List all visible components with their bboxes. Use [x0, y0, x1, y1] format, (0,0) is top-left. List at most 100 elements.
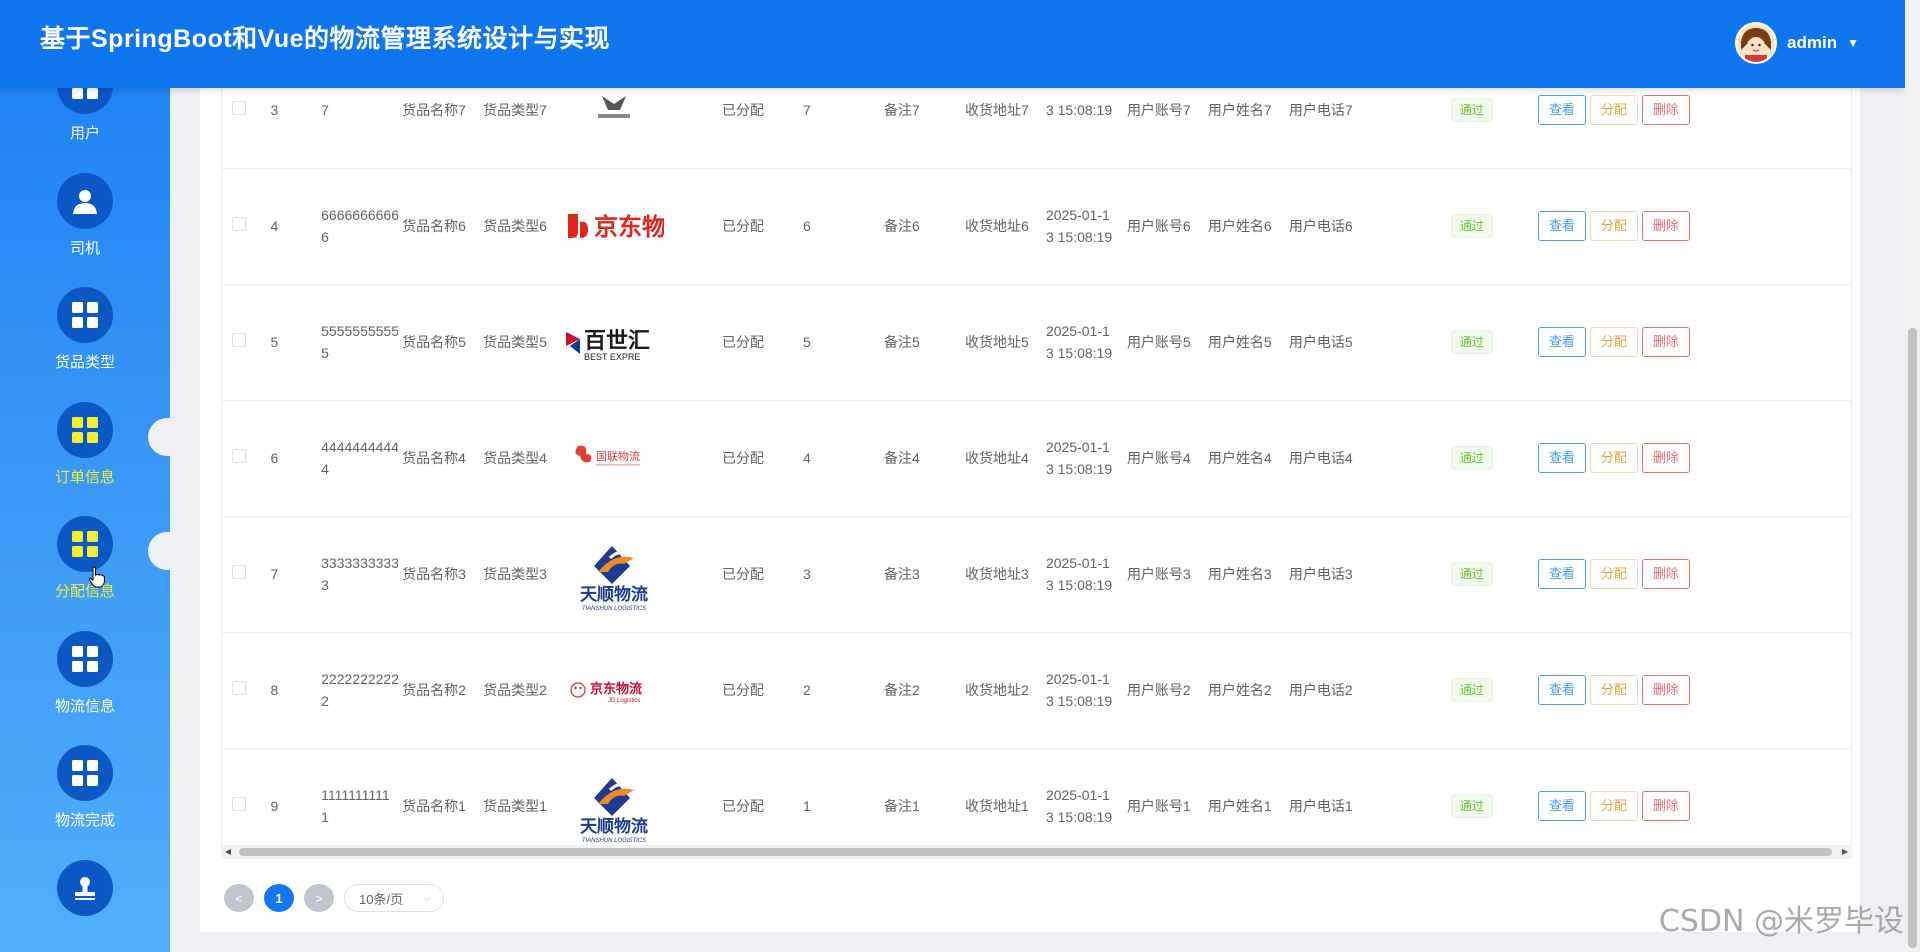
status-badge: 通过 — [1450, 794, 1493, 818]
sidebar-item-order-info[interactable]: 订单信息 — [0, 394, 170, 509]
cell-goods-type: 货品类型6 — [483, 218, 547, 234]
delete-button[interactable]: 删除 — [1641, 443, 1690, 473]
chevron-down-icon[interactable]: ▼ — [1847, 36, 1859, 50]
cell-index: 5 — [270, 334, 279, 350]
cell-goods-type: 货品类型1 — [483, 798, 547, 814]
delete-button[interactable]: 删除 — [1641, 791, 1690, 821]
table-row[interactable]: 3 7 货品名称7 货品类型7 已分配 7 备注7 收货地址7 3 15:08:19 用户账号7 用… — [222, 88, 1851, 169]
delete-button[interactable]: 删除 — [1641, 94, 1690, 125]
table-row[interactable]: 7 3333333333 3 货品名称3 货品类型3 天顺物流 TIANSHUN LOGIS… — [222, 516, 1851, 633]
cell-number: 1111111111 — [321, 787, 390, 803]
row-checkbox[interactable] — [232, 100, 246, 115]
view-button[interactable]: 查看 — [1537, 559, 1586, 589]
table-row[interactable]: 4 6666666666 6 货品名称6 货品类型6 京东物 已分配 6 备注6 收货地址6 202… — [222, 168, 1851, 285]
cell-number: 5555555555 — [321, 323, 399, 339]
table-row[interactable]: 8 2222222222 2 货品名称2 货品类型2 京东物流 JD Logistics 已分… — [222, 632, 1851, 749]
sidebar-item-label: 司机 — [69, 239, 100, 257]
row-checkbox[interactable] — [232, 797, 246, 811]
assign-button[interactable]: 分配 — [1589, 675, 1638, 705]
row-checkbox[interactable] — [232, 333, 246, 347]
horizontal-scrollbar[interactable]: ◀ ▶ — [221, 845, 1852, 859]
user-menu[interactable]: admin ▼ — [1735, 22, 1859, 64]
cell-index: 6 — [270, 450, 279, 466]
sidebar-item-more[interactable] — [0, 852, 170, 952]
logo-text: 京东物 — [594, 213, 664, 241]
sidebar: 用户 司机 货品类型 订单信息 分配信息 物流信息 物流完成 — [0, 88, 170, 952]
cell-number-suffix: 6 — [321, 229, 329, 245]
view-button[interactable]: 查看 — [1537, 94, 1586, 125]
page-number-button[interactable]: 1 — [264, 884, 294, 912]
row-checkbox[interactable] — [232, 565, 246, 579]
cell-qty: 5 — [803, 334, 811, 350]
cell-qty: 3 — [803, 566, 811, 582]
view-button[interactable]: 查看 — [1537, 791, 1586, 821]
page-scrollbar[interactable] — [1905, 0, 1920, 952]
cell-remark: 备注1 — [883, 798, 920, 814]
avatar[interactable] — [1735, 22, 1778, 64]
cell-remark: 备注2 — [883, 682, 920, 698]
cell-goods-name: 货品名称5 — [402, 334, 466, 350]
username[interactable]: admin — [1787, 33, 1837, 53]
cell-address: 收货地址6 — [964, 218, 1029, 234]
scroll-right-icon[interactable]: ▶ — [1838, 845, 1852, 859]
cell-account: 用户账号7 — [1126, 101, 1191, 118]
view-button[interactable]: 查看 — [1537, 675, 1586, 705]
cell-account: 用户账号3 — [1126, 566, 1191, 582]
view-button[interactable]: 查看 — [1537, 443, 1586, 473]
sidebar-item-user[interactable]: 用户 — [0, 88, 170, 165]
sidebar-item-driver[interactable]: 司机 — [0, 165, 170, 280]
assign-button[interactable]: 分配 — [1589, 211, 1638, 241]
row-checkbox[interactable] — [232, 449, 246, 463]
sidebar-item-label: 用户 — [69, 125, 100, 142]
assign-button[interactable]: 分配 — [1589, 327, 1638, 357]
sidebar-item-logistics-info[interactable]: 物流信息 — [0, 623, 170, 738]
cell-status: 已分配 — [722, 218, 765, 234]
assign-button[interactable]: 分配 — [1589, 791, 1638, 821]
cell-address: 收货地址3 — [964, 566, 1029, 582]
delete-button[interactable]: 删除 — [1641, 327, 1690, 357]
delete-button[interactable]: 删除 — [1641, 675, 1690, 705]
cell-goods-name: 货品名称6 — [402, 218, 466, 234]
page-size-select[interactable]: 10条/页 ⌵ — [344, 884, 444, 912]
cell-time: 2025-01-1 — [1045, 555, 1110, 571]
status-badge: 通过 — [1450, 97, 1493, 122]
cell-index: 8 — [270, 682, 279, 698]
cell-phone: 用户电话1 — [1288, 798, 1353, 814]
assign-button[interactable]: 分配 — [1589, 443, 1638, 473]
table-row[interactable]: 6 4444444444 4 货品名称4 货品类型4 国联物流 已分配 4 备注4 收货地址4 20… — [222, 400, 1851, 517]
table-row[interactable]: 5 5555555555 5 货品名称5 货品类型5 百世汇 BEST EXPRE 已分配 5 备… — [222, 284, 1851, 401]
cell-account: 用户账号5 — [1126, 334, 1191, 350]
assign-button[interactable]: 分配 — [1589, 94, 1638, 125]
cell-goods-type: 货品类型7 — [483, 101, 547, 118]
delete-button[interactable]: 删除 — [1641, 559, 1690, 589]
cell-phone: 用户电话6 — [1288, 218, 1353, 234]
grid-icon — [72, 531, 98, 557]
table-row[interactable]: 9 1111111111 1 货品名称1 货品类型1 天顺物流 TIANSHUN LOGIS… — [222, 748, 1851, 850]
sidebar-item-goods-type[interactable]: 货品类型 — [0, 279, 170, 394]
view-button[interactable]: 查看 — [1537, 211, 1586, 241]
cell-address: 收货地址7 — [964, 101, 1029, 118]
cell-number: 7 — [321, 101, 329, 118]
row-checkbox[interactable] — [232, 681, 246, 695]
cell-time-second: 3 15:08:19 — [1045, 345, 1113, 361]
status-badge: 通过 — [1450, 446, 1493, 470]
sidebar-item-assign-info[interactable]: 分配信息 — [0, 508, 170, 623]
sidebar-item-logistics-done[interactable]: 物流完成 — [0, 737, 170, 852]
company-logo — [564, 88, 664, 152]
next-page-button[interactable]: > — [304, 884, 334, 912]
cell-number-suffix: 4 — [321, 461, 329, 477]
app-title: 基于SpringBoot和Vue的物流管理系统设计与实现 — [40, 25, 611, 53]
cell-number: 2222222222 — [321, 671, 399, 687]
prev-page-button[interactable]: < — [224, 884, 254, 912]
cell-time: 2025-01-1 — [1045, 671, 1110, 687]
row-checkbox[interactable] — [232, 217, 246, 231]
assign-button[interactable]: 分配 — [1589, 559, 1638, 589]
view-button[interactable]: 查看 — [1537, 327, 1586, 357]
delete-button[interactable]: 删除 — [1641, 211, 1690, 241]
pagination: < 1 > 10条/页 ⌵ — [224, 884, 444, 912]
logo-subtext: BEST EXPRE — [584, 352, 640, 362]
status-badge: 通过 — [1450, 562, 1493, 586]
cell-status: 已分配 — [722, 566, 765, 582]
scroll-left-icon[interactable]: ◀ — [221, 845, 235, 859]
cell-remark: 备注5 — [883, 334, 920, 350]
